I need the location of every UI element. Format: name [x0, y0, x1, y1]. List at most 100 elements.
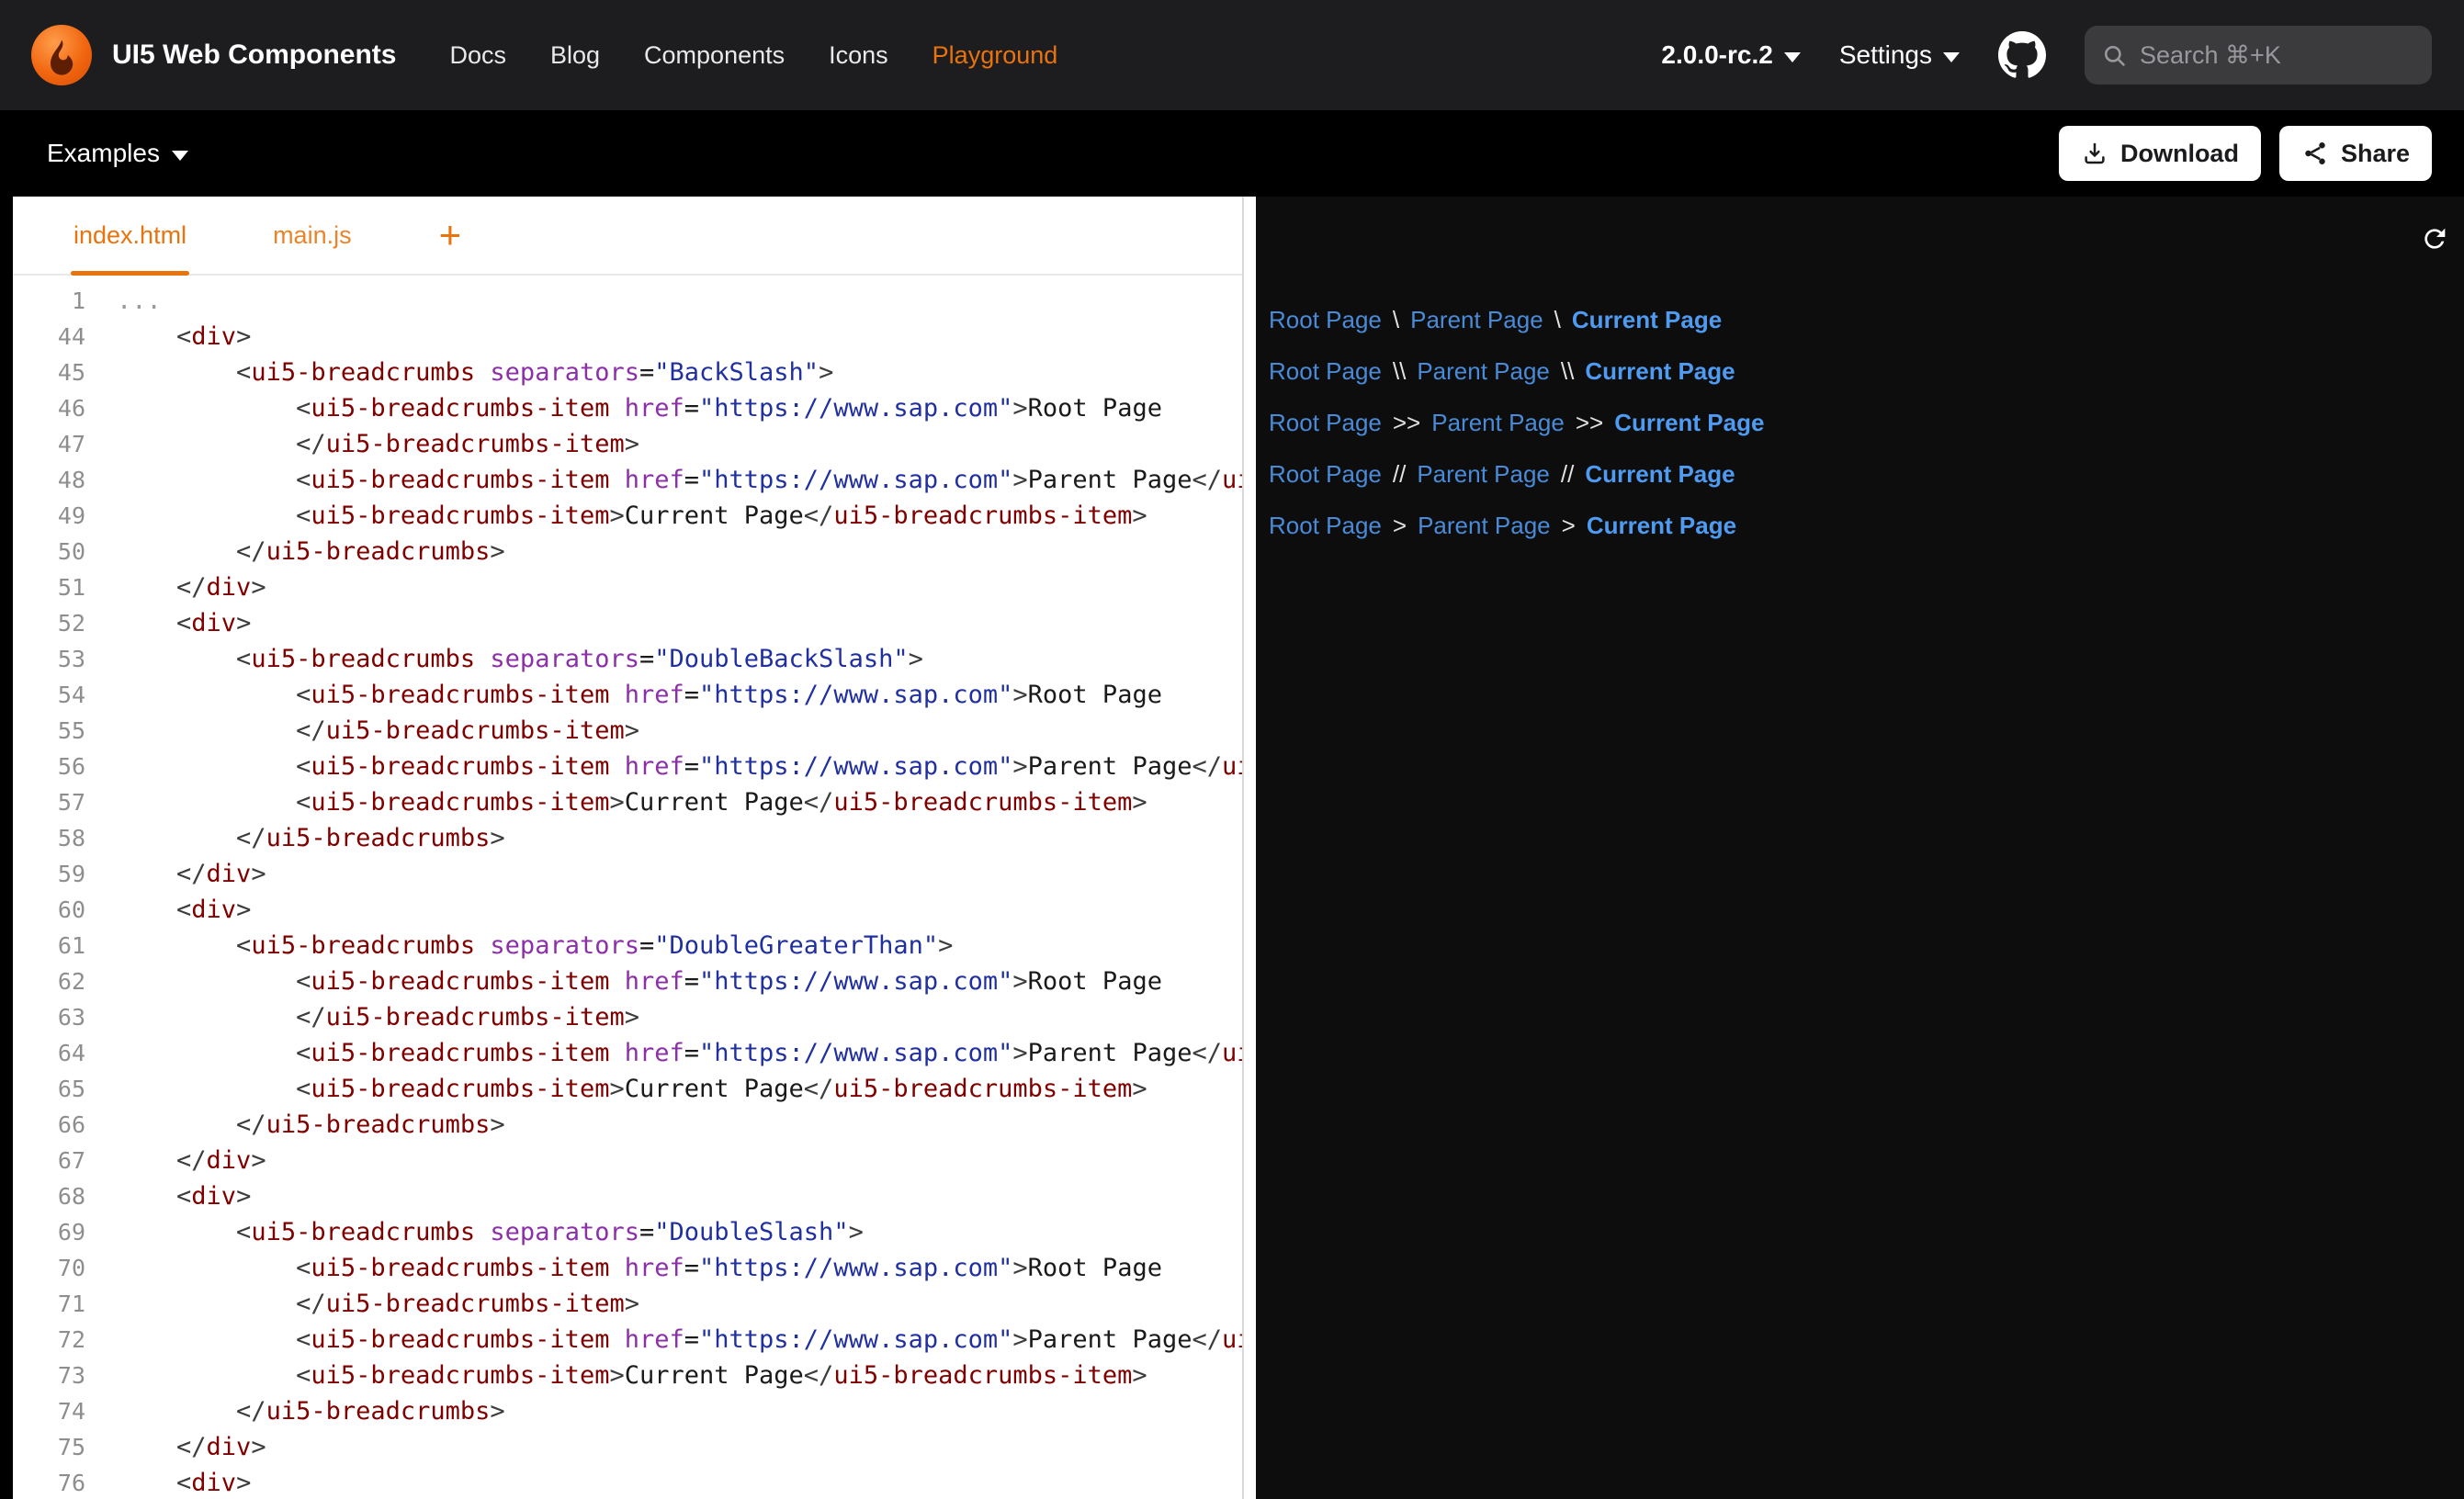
code-line: 58 </ui5-breadcrumbs>: [13, 820, 1242, 856]
code-text: <ui5-breadcrumbs-item href="https://www.…: [85, 1250, 1162, 1286]
code-text: <div>: [85, 1178, 251, 1214]
flame-icon: [41, 35, 82, 75]
code-line: 62 <ui5-breadcrumbs-item href="https://w…: [13, 964, 1242, 999]
nav-link-icons[interactable]: Icons: [829, 41, 888, 70]
breadcrumb-current: Current Page: [1572, 306, 1722, 334]
line-number: 65: [13, 1071, 85, 1107]
breadcrumbs-row: Root Page//Parent Page//Current Page: [1269, 448, 2464, 500]
breadcrumb-current: Current Page: [1587, 512, 1736, 540]
settings-dropdown[interactable]: Settings: [1839, 40, 1960, 70]
github-link[interactable]: [1998, 31, 2046, 79]
add-tab-button[interactable]: +: [435, 197, 466, 274]
breadcrumb-link[interactable]: Root Page: [1269, 460, 1382, 489]
breadcrumb-link[interactable]: Root Page: [1269, 357, 1382, 386]
code-line: 57 <ui5-breadcrumbs-item>Current Page</u…: [13, 784, 1242, 820]
line-number: 74: [13, 1393, 85, 1429]
breadcrumbs-row: Root Page>Parent Page>Current Page: [1269, 500, 2464, 551]
breadcrumb-separator: >>: [1393, 409, 1420, 437]
navbar-right: 2.0.0-rc.2 Settings: [1661, 26, 2432, 85]
breadcrumb-link[interactable]: Parent Page: [1410, 306, 1543, 334]
ui5-logo[interactable]: [31, 25, 92, 85]
code-line: 53 <ui5-breadcrumbs separators="DoubleBa…: [13, 641, 1242, 677]
main-split: index.html main.js + 1...44 <div>45 <ui5-b…: [0, 197, 2464, 1499]
code-line: 67 </div>: [13, 1143, 1242, 1178]
line-number: 68: [13, 1178, 85, 1214]
line-number: 63: [13, 999, 85, 1035]
code-line: 48 <ui5-breadcrumbs-item href="https://w…: [13, 462, 1242, 498]
code-text: </ui5-breadcrumbs>: [85, 1393, 505, 1429]
breadcrumb-link[interactable]: Root Page: [1269, 512, 1382, 540]
code-editor[interactable]: 1...44 <div>45 <ui5-breadcrumbs separato…: [13, 276, 1242, 1499]
code-text: <ui5-breadcrumbs-item>Current Page</ui5-…: [85, 498, 1147, 534]
editor-tabbar: index.html main.js +: [13, 197, 1242, 276]
breadcrumb-separator: \\: [1393, 357, 1406, 386]
line-number: 62: [13, 964, 85, 999]
nav-link-playground[interactable]: Playground: [932, 41, 1058, 70]
code-text: </div>: [85, 1429, 266, 1465]
nav-link-components[interactable]: Components: [644, 41, 785, 70]
breadcrumb-link[interactable]: Root Page: [1269, 306, 1382, 334]
breadcrumb-current: Current Page: [1585, 460, 1735, 489]
refresh-button[interactable]: [2420, 224, 2449, 254]
breadcrumb-separator: >: [1393, 512, 1407, 540]
line-number: 48: [13, 462, 85, 498]
code-line: 52 <div>: [13, 605, 1242, 641]
breadcrumb-link[interactable]: Parent Page: [1431, 409, 1565, 437]
code-line: 49 <ui5-breadcrumbs-item>Current Page</u…: [13, 498, 1242, 534]
line-number: 76: [13, 1465, 85, 1499]
code-text: <ui5-breadcrumbs-item href="https://www.…: [85, 964, 1162, 999]
breadcrumb-link[interactable]: Root Page: [1269, 409, 1382, 437]
code-line: 75 </div>: [13, 1429, 1242, 1465]
code-line: 74 </ui5-breadcrumbs>: [13, 1393, 1242, 1429]
line-number: 67: [13, 1143, 85, 1178]
search-input[interactable]: [2140, 41, 2415, 70]
code-text: <ui5-breadcrumbs-item href="https://www.…: [85, 1322, 1242, 1358]
code-text: </ui5-breadcrumbs>: [85, 1107, 505, 1143]
code-text: <ui5-breadcrumbs-item href="https://www.…: [85, 749, 1242, 784]
line-number: 1: [13, 283, 85, 319]
search-box[interactable]: [2085, 26, 2432, 85]
examples-dropdown[interactable]: Examples: [47, 139, 188, 168]
chevron-down-icon: [1943, 52, 1960, 62]
code-line: 68 <div>: [13, 1178, 1242, 1214]
code-text: </ui5-breadcrumbs>: [85, 820, 505, 856]
download-button[interactable]: Download: [2059, 126, 2261, 181]
nav-link-blog[interactable]: Blog: [550, 41, 600, 70]
code-text: <ui5-breadcrumbs-item href="https://www.…: [85, 677, 1162, 713]
breadcrumb-link[interactable]: Parent Page: [1418, 512, 1551, 540]
line-number: 58: [13, 820, 85, 856]
nav-link-docs[interactable]: Docs: [449, 41, 506, 70]
share-button[interactable]: Share: [2279, 126, 2432, 181]
code-text: <ui5-breadcrumbs-item>Current Page</ui5-…: [85, 1358, 1147, 1393]
tab-main.js[interactable]: main.js: [270, 197, 355, 274]
code-line: 50 </ui5-breadcrumbs>: [13, 534, 1242, 569]
line-number: 56: [13, 749, 85, 784]
share-icon: [2301, 140, 2329, 167]
pane-splitter[interactable]: [1244, 197, 1256, 1499]
code-lines: 1...44 <div>45 <ui5-breadcrumbs separato…: [13, 283, 1242, 1499]
code-text: <ui5-breadcrumbs-item>Current Page</ui5-…: [85, 1071, 1147, 1107]
breadcrumb-current: Current Page: [1585, 357, 1735, 386]
code-line: 76 <div>: [13, 1465, 1242, 1499]
breadcrumb-link[interactable]: Parent Page: [1417, 460, 1550, 489]
breadcrumb-link[interactable]: Parent Page: [1417, 357, 1550, 386]
code-text: <div>: [85, 319, 251, 355]
code-line: 73 <ui5-breadcrumbs-item>Current Page</u…: [13, 1358, 1242, 1393]
line-number: 75: [13, 1429, 85, 1465]
breadcrumbs-row: Root Page\\Parent Page\\Current Page: [1269, 345, 2464, 397]
breadcrumb-separator: >>: [1576, 409, 1603, 437]
refresh-icon: [2420, 224, 2449, 254]
line-number: 55: [13, 713, 85, 749]
github-icon: [1998, 31, 2046, 79]
chevron-down-icon: [1784, 52, 1801, 62]
examples-label: Examples: [47, 139, 160, 168]
code-line: 69 <ui5-breadcrumbs separators="DoubleSl…: [13, 1214, 1242, 1250]
code-line: 46 <ui5-breadcrumbs-item href="https://w…: [13, 390, 1242, 426]
line-number: 47: [13, 426, 85, 462]
code-text: <ui5-breadcrumbs separators="DoubleSlash…: [85, 1214, 864, 1250]
preview-breadcrumbs: Root Page\Parent Page\Current PageRoot P…: [1269, 294, 2464, 551]
breadcrumb-separator: \: [1554, 306, 1561, 334]
version-dropdown[interactable]: 2.0.0-rc.2: [1661, 40, 1800, 70]
line-number: 59: [13, 856, 85, 892]
tab-index.html[interactable]: index.html: [71, 197, 189, 274]
